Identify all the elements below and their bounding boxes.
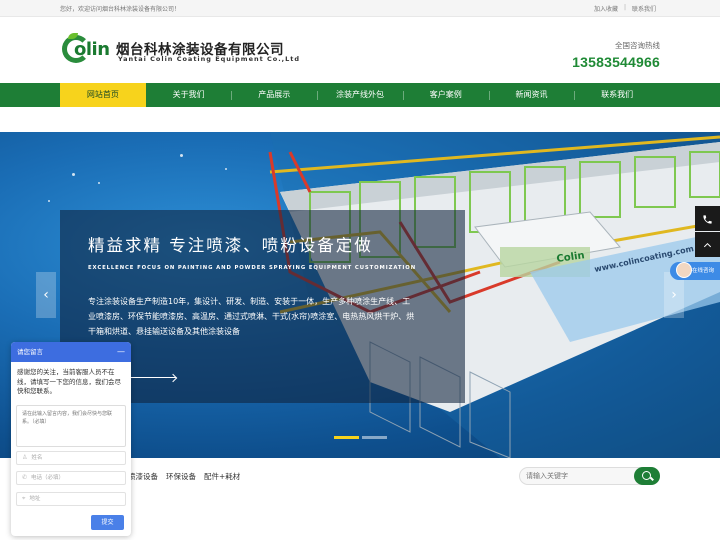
slide-indicators	[334, 436, 387, 439]
logo-mark-text: olin	[74, 39, 110, 60]
banner-description: 专注涂装设备生产制造10年，集设计、研发、制造、安装于一体，生产多种喷涂生产线、…	[88, 297, 415, 336]
site-logo[interactable]: olin 烟台科林涂装设备有限公司 Yantai Colin Coating E…	[60, 33, 300, 69]
contact-link[interactable]: 联系我们	[632, 4, 656, 13]
chat-title: 请您留言	[17, 348, 43, 356]
category-link[interactable]: 环保设备	[166, 471, 196, 482]
submit-button[interactable]: 提交	[91, 515, 124, 530]
banner-slogan-en: EXCELLENCE FOCUS ON PAINTING AND POWDER …	[88, 265, 417, 271]
online-consult-button[interactable]: 在线咨询	[670, 262, 720, 280]
logo-mark: olin	[60, 33, 116, 69]
phone-field[interactable]: ✆ 电话（必填）	[16, 471, 126, 485]
main-nav: 网站首页 关于我们 产品展示 涂装产线外包 客户案例 新闻资讯 联系我们	[0, 83, 720, 107]
slide-dot[interactable]	[334, 436, 359, 439]
top-links-separator: |	[623, 4, 626, 11]
star-decoration	[225, 168, 227, 170]
hotline: 全国咨询热线 13583544966	[572, 40, 660, 70]
search-input[interactable]	[526, 470, 626, 482]
company-name-en: Yantai Colin Coating Equipment Co.,Ltd	[118, 55, 301, 63]
welcome-text: 您好，欢迎访问烟台科林涂装设备有限公司！	[60, 6, 181, 13]
category-link[interactable]: 配件+耗材	[204, 471, 240, 482]
nav-item-news[interactable]: 新闻资讯	[488, 83, 575, 107]
leave-message-widget: 请您留言 — 感谢您的关注，当前客服人员不在线，请填写一下您的信息，我们会尽快和…	[11, 342, 131, 536]
slide-dot[interactable]	[362, 436, 387, 439]
address-placeholder: 地址	[29, 496, 41, 502]
search-icon[interactable]	[634, 467, 660, 485]
phone-placeholder: 电话（必填）	[31, 475, 65, 481]
add-favorite-link[interactable]: 加入收藏	[594, 4, 618, 13]
nav-item-about[interactable]: 关于我们	[146, 83, 232, 107]
online-consult-label: 在线咨询	[692, 268, 715, 274]
nav-item-products[interactable]: 产品展示	[231, 83, 317, 107]
slide-prev-button[interactable]: ‹	[36, 272, 56, 318]
name-placeholder: 姓名	[31, 455, 43, 461]
minimize-icon[interactable]: —	[117, 342, 125, 362]
avatar	[676, 262, 692, 278]
star-decoration	[98, 182, 100, 184]
hotline-phone[interactable]: 13583544966	[572, 54, 660, 70]
user-icon: ♙	[22, 454, 28, 461]
chat-header: 请您留言 —	[11, 342, 131, 362]
chevron-up-icon	[703, 242, 712, 247]
star-decoration	[72, 173, 75, 176]
phone-small-icon: ✆	[22, 474, 28, 481]
nav-item-cases[interactable]: 客户案例	[402, 83, 489, 107]
nav-item-home[interactable]: 网站首页	[60, 83, 146, 107]
name-field[interactable]: ♙ 姓名	[16, 451, 126, 465]
phone-icon[interactable]	[695, 206, 720, 231]
location-icon: ⌖	[22, 495, 26, 502]
address-field[interactable]: ⌖ 地址	[16, 492, 126, 506]
hotline-label: 全国咨询热线	[615, 41, 660, 50]
star-decoration	[180, 154, 183, 157]
back-to-top-button[interactable]	[695, 232, 720, 257]
nav-item-outsourcing[interactable]: 涂装产线外包	[317, 83, 403, 107]
product-category-list: 喷漆设备 环保设备 配件+耗材	[128, 471, 240, 482]
search-box	[519, 467, 660, 485]
banner-slogan-cn: 精益求精 专注喷漆、喷粉设备定做	[88, 236, 373, 255]
phone-glyph	[703, 214, 712, 224]
right-float-toolbar	[695, 206, 720, 258]
chat-intro-text: 感谢您的关注，当前客服人员不在线，请填写一下您的信息，我们会尽快和您联系。	[17, 368, 121, 395]
nav-item-contact[interactable]: 联系我们	[574, 83, 660, 107]
top-bar: 您好，欢迎访问烟台科林涂装设备有限公司！ 加入收藏 | 联系我们	[0, 0, 720, 17]
star-decoration	[48, 200, 50, 202]
top-links: 加入收藏 | 联系我们	[594, 4, 656, 13]
category-link[interactable]: 喷漆设备	[128, 471, 158, 482]
message-textarea[interactable]	[16, 405, 126, 447]
